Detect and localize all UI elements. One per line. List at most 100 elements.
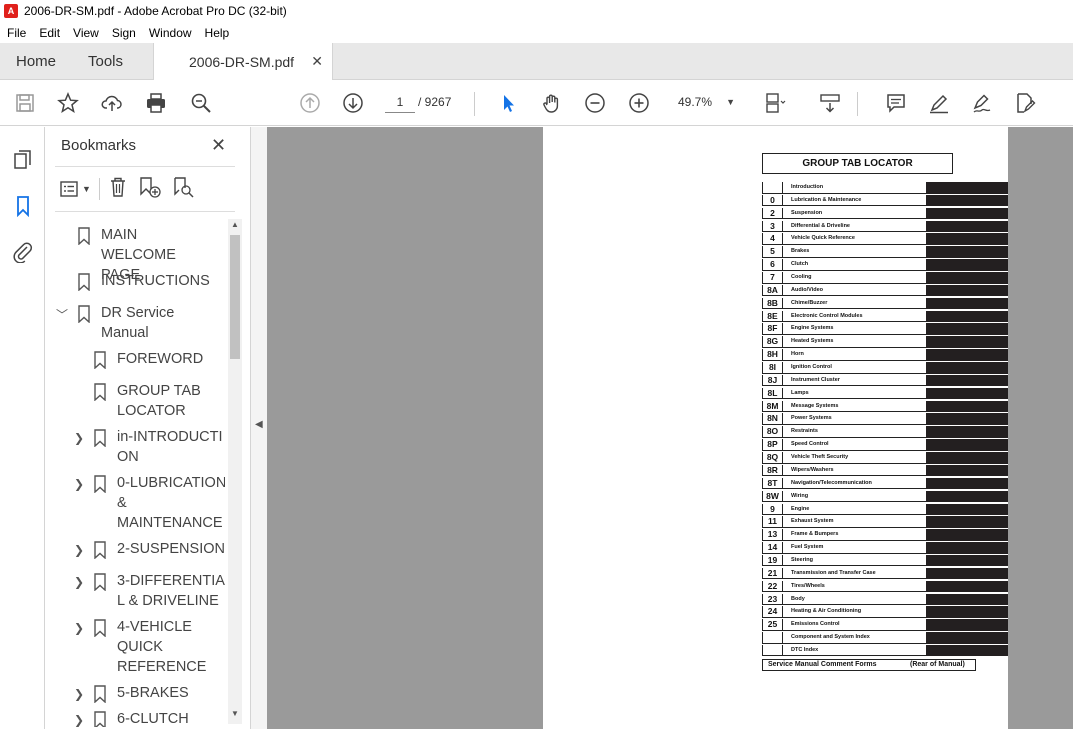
- menu-view[interactable]: View: [73, 26, 99, 40]
- bookmark-star-icon[interactable]: [55, 90, 81, 116]
- previous-page-icon[interactable]: [297, 90, 323, 116]
- hand-tool-icon[interactable]: [539, 90, 565, 116]
- group-tab-code: 11: [762, 516, 782, 528]
- comment-icon[interactable]: [883, 90, 909, 116]
- bookmark-suspension[interactable]: ❯ 2-SUSPENSION: [45, 539, 225, 561]
- group-tab-name: Brakes: [782, 246, 926, 258]
- group-tab-code: 8T: [762, 477, 782, 490]
- group-tab-code: [762, 644, 782, 657]
- zoom-out-icon[interactable]: [582, 90, 608, 116]
- chevron-right-icon[interactable]: ❯: [74, 540, 84, 560]
- bookmark-main-welcome-page[interactable]: MAIN WELCOME PAGE: [45, 225, 225, 283]
- chevron-down-icon[interactable]: ▼: [229, 709, 241, 723]
- bookmark-clutch[interactable]: ❯ 6-CLUTCH: [45, 709, 225, 727]
- group-tab-name: Fuel System: [782, 542, 926, 554]
- menu-edit[interactable]: Edit: [39, 26, 60, 40]
- chevron-right-icon[interactable]: ❯: [74, 684, 84, 704]
- group-tab-name: Body: [782, 593, 926, 606]
- bookmarks-panel-icon[interactable]: [10, 193, 36, 219]
- chevron-right-icon[interactable]: ❯: [74, 618, 84, 638]
- page-thumbnails-icon[interactable]: [10, 147, 36, 173]
- upload-cloud-icon[interactable]: [99, 90, 125, 116]
- comment-forms-row: Service Manual Comment Forms (Rear of Ma…: [762, 659, 976, 671]
- bookmark-icon: [94, 383, 106, 407]
- group-tab-row: 8R Wipers/Washers: [762, 464, 1008, 477]
- group-tab-code: 8I: [762, 362, 782, 374]
- bookmark-options-icon[interactable]: ▼: [59, 179, 91, 199]
- zoom-level-select[interactable]: 49.7% ▼: [671, 91, 741, 113]
- group-tab-locator-title: GROUP TAB LOCATOR: [762, 153, 953, 174]
- bookmark-instructions[interactable]: INSTRUCTIONS: [45, 271, 225, 293]
- select-cursor-icon[interactable]: [495, 90, 521, 116]
- group-tab-code: 8A: [762, 284, 782, 297]
- bookmark-differential-driveline[interactable]: ❯ 3-DIFFERENTIA L & DRIVELINE: [45, 571, 225, 615]
- group-tab-code: 19: [762, 554, 782, 567]
- menu-window[interactable]: Window: [149, 26, 192, 40]
- tab-tools[interactable]: Tools: [88, 43, 123, 80]
- group-tab-name: Instrument Cluster: [782, 374, 926, 387]
- bookmark-group-tab-locator[interactable]: GROUP TAB LOCATOR: [45, 381, 225, 425]
- menu-sign[interactable]: Sign: [112, 26, 136, 40]
- attachments-paperclip-icon[interactable]: [10, 239, 36, 265]
- group-tab-row: 8M Message Systems: [762, 400, 1008, 413]
- toolbar-divider: [474, 92, 475, 116]
- group-tab-name: DTC Index: [782, 644, 926, 657]
- bookmark-foreword[interactable]: FOREWORD: [45, 349, 225, 371]
- group-tab-name: Heated Systems: [782, 336, 926, 348]
- bookmark-introduction[interactable]: ❯ in-INTRODUCTI ON: [45, 427, 225, 471]
- find-bookmark-icon[interactable]: [172, 176, 196, 203]
- chevron-right-icon[interactable]: ❯: [74, 474, 84, 494]
- group-tab-marker: [926, 567, 1008, 580]
- group-tab-row: 8I Ignition Control: [762, 362, 1008, 374]
- collapse-panel-icon[interactable]: ◀: [255, 419, 263, 430]
- zoom-in-icon[interactable]: [626, 90, 652, 116]
- scrollbar-thumb[interactable]: [230, 235, 240, 359]
- zoom-search-icon[interactable]: [188, 90, 214, 116]
- comment-forms-label: Service Manual Comment Forms: [768, 661, 877, 668]
- document-viewport[interactable]: GROUP TAB LOCATOR Introduction 0 Lubricati…: [267, 127, 1073, 729]
- chevron-right-icon[interactable]: ❯: [74, 428, 84, 448]
- group-tab-marker: [926, 632, 1008, 644]
- panel-divider: [55, 166, 235, 167]
- delete-bookmark-icon[interactable]: [108, 176, 128, 203]
- group-tab-row: 8T Navigation/Telecommunication: [762, 477, 1008, 490]
- scroll-mode-icon[interactable]: [817, 90, 843, 116]
- tab-home[interactable]: Home: [16, 43, 56, 80]
- bookmark-icon: [94, 619, 106, 643]
- chevron-right-icon[interactable]: ❯: [74, 710, 84, 727]
- print-icon[interactable]: [143, 90, 169, 116]
- group-tab-name: Message Systems: [782, 400, 926, 413]
- bookmark-label: 2-SUSPENSION: [117, 541, 225, 557]
- next-page-icon[interactable]: [340, 90, 366, 116]
- close-tab-icon[interactable]: ✕: [311, 53, 323, 70]
- menu-bar: File Edit View Sign Window Help: [0, 22, 1073, 43]
- page-number-input[interactable]: 1: [385, 91, 415, 113]
- group-tab-code: 25: [762, 619, 782, 631]
- group-tab-row: 22 Tires/Wheels: [762, 580, 1008, 593]
- group-tab-row: 8B Chime/Buzzer: [762, 297, 1008, 310]
- bookmark-dr-service-manual[interactable]: ﹀ DR Service Manual: [45, 303, 225, 347]
- page-fit-icon[interactable]: [762, 90, 788, 116]
- chevron-right-icon[interactable]: ❯: [74, 572, 84, 592]
- group-tab-code: 8G: [762, 336, 782, 348]
- edit-pdf-icon[interactable]: [1012, 90, 1038, 116]
- group-tab-marker: [926, 606, 1008, 618]
- chevron-up-icon[interactable]: ▲: [229, 220, 241, 234]
- group-tab-row: 8H Horn: [762, 349, 1008, 361]
- bookmarks-scrollbar[interactable]: ▲ ▼: [228, 219, 242, 724]
- highlight-pen-icon[interactable]: [926, 90, 952, 116]
- bookmark-lubrication-maintenance[interactable]: ❯ 0-LUBRICATION & MAINTENANCE: [45, 473, 225, 537]
- save-icon[interactable]: [12, 90, 38, 116]
- tab-document[interactable]: 2006-DR-SM.pdf ✕: [153, 43, 333, 81]
- bookmark-brakes[interactable]: ❯ 5-BRAKES: [45, 683, 225, 705]
- sign-pen-icon[interactable]: [969, 90, 995, 116]
- bookmark-vehicle-quick-reference[interactable]: ❯ 4-VEHICLE QUICK REFERENCE: [45, 617, 225, 681]
- menu-file[interactable]: File: [7, 26, 26, 40]
- bookmark-icon: [78, 273, 90, 297]
- group-tab-row: 11 Exhaust System: [762, 516, 1008, 528]
- menu-help[interactable]: Help: [205, 26, 230, 40]
- close-panel-icon[interactable]: ✕: [211, 135, 226, 156]
- chevron-down-icon[interactable]: ﹀: [56, 305, 68, 325]
- group-tab-name: Exhaust System: [782, 516, 926, 528]
- new-bookmark-icon[interactable]: [138, 176, 162, 203]
